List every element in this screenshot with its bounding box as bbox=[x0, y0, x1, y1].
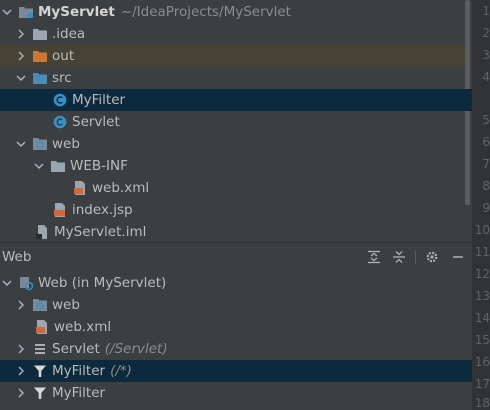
line-number: 17 bbox=[474, 377, 490, 391]
module-file-icon bbox=[34, 224, 50, 240]
folder-icon bbox=[50, 158, 66, 174]
excluded-folder-icon bbox=[32, 48, 48, 64]
chevron-right-icon[interactable] bbox=[14, 45, 28, 67]
filter-mapping-hint: (/*) bbox=[110, 363, 132, 379]
line-number: 9 bbox=[482, 201, 490, 215]
gear-icon[interactable] bbox=[422, 244, 442, 270]
tree-item-label: web bbox=[52, 297, 80, 313]
tree-item-src[interactable]: src bbox=[0, 67, 465, 89]
tree-item-label: MyServlet.iml bbox=[54, 224, 147, 240]
line-number: 12 bbox=[474, 267, 490, 281]
tree-item-out[interactable]: out bbox=[0, 45, 465, 67]
tree-item-label: WEB-INF bbox=[70, 158, 128, 174]
tree-item-web-inf[interactable]: WEB-INF bbox=[0, 155, 465, 177]
line-number: 1 bbox=[482, 4, 490, 18]
line-number: 18 bbox=[474, 396, 490, 410]
tree-item-label: Servlet bbox=[72, 114, 120, 130]
java-class-icon bbox=[52, 114, 68, 130]
editor-gutter: 1 2 3 4 5 6 7 8 9 10 11 12 13 14 15 16 1… bbox=[472, 0, 490, 410]
tree-item-label: Servlet bbox=[52, 341, 100, 357]
xml-file-icon bbox=[34, 319, 50, 335]
web-tree-item-servlet[interactable]: Servlet (/Servlet) bbox=[0, 338, 472, 360]
line-number: 8 bbox=[482, 179, 490, 193]
chevron-down-icon[interactable] bbox=[0, 1, 14, 23]
project-name: MyServlet bbox=[38, 4, 115, 20]
chevron-right-icon[interactable] bbox=[14, 23, 28, 45]
xml-file-icon bbox=[72, 180, 88, 196]
tree-item-label: web.xml bbox=[54, 319, 112, 335]
line-number: 3 bbox=[482, 48, 490, 62]
line-number: 10 bbox=[474, 223, 490, 237]
chevron-right-icon[interactable] bbox=[14, 382, 28, 404]
line-number: 6 bbox=[482, 135, 490, 149]
tree-item-label: out bbox=[52, 48, 75, 64]
filter-icon bbox=[32, 385, 48, 401]
tree-item-label: src bbox=[52, 70, 72, 86]
module-folder-icon bbox=[18, 4, 34, 20]
chevron-right-icon[interactable] bbox=[14, 360, 28, 382]
chevron-down-icon[interactable] bbox=[14, 67, 28, 89]
line-number: 16 bbox=[474, 355, 490, 369]
web-folder-icon bbox=[32, 297, 48, 313]
tree-item-label: Web (in MyServlet) bbox=[38, 275, 167, 291]
line-number: 11 bbox=[474, 245, 490, 259]
toolbar-separator bbox=[415, 251, 416, 264]
tree-root-myservlet[interactable]: MyServlet ~/IdeaProjects/MyServlet bbox=[0, 1, 465, 23]
collapse-all-icon[interactable] bbox=[389, 244, 409, 270]
tree-item-web-xml[interactable]: web.xml bbox=[0, 177, 465, 199]
tree-item-label: MyFilter bbox=[52, 385, 106, 401]
tree-item-myfilter-class[interactable]: MyFilter bbox=[0, 89, 472, 111]
tree-item-myservlet-iml[interactable]: MyServlet.iml bbox=[0, 221, 465, 243]
web-tree-item-web-xml[interactable]: web.xml bbox=[0, 316, 472, 338]
line-number: 2 bbox=[482, 26, 490, 40]
line-number: 7 bbox=[482, 157, 490, 171]
chevron-right-icon[interactable] bbox=[14, 338, 28, 360]
web-tree-item-myfilter-mapped[interactable]: MyFilter (/*) bbox=[0, 360, 472, 382]
tree-item-web[interactable]: web bbox=[0, 133, 465, 155]
web-tree-root[interactable]: Web (in MyServlet) bbox=[0, 272, 472, 294]
line-number: 15 bbox=[474, 333, 490, 347]
jsp-file-icon bbox=[52, 202, 68, 218]
web-panel-title: Web bbox=[2, 249, 32, 265]
servlet-mapping-hint: (/Servlet) bbox=[104, 341, 168, 357]
tree-item-index-jsp[interactable]: index.jsp bbox=[0, 199, 465, 221]
web-tree-item-myfilter[interactable]: MyFilter bbox=[0, 382, 472, 404]
project-path: ~/IdeaProjects/MyServlet bbox=[120, 4, 291, 20]
folder-icon bbox=[32, 26, 48, 42]
source-folder-icon bbox=[32, 70, 48, 86]
panel-divider[interactable] bbox=[0, 242, 472, 243]
expand-all-icon[interactable] bbox=[364, 244, 384, 270]
line-number: 5 bbox=[482, 113, 490, 127]
java-class-icon bbox=[52, 92, 68, 108]
tree-item-idea[interactable]: .idea bbox=[0, 23, 465, 45]
line-number: 4 bbox=[482, 70, 490, 84]
chevron-right-icon[interactable] bbox=[14, 294, 28, 316]
tree-item-label: MyFilter bbox=[52, 363, 106, 379]
servlet-icon bbox=[32, 341, 48, 357]
tree-item-label: index.jsp bbox=[72, 202, 133, 218]
line-number: 14 bbox=[474, 311, 490, 325]
chevron-down-icon[interactable] bbox=[0, 272, 14, 294]
web-panel-header: Web bbox=[0, 244, 472, 270]
minimize-icon[interactable] bbox=[448, 244, 468, 270]
web-tree-item-web[interactable]: web bbox=[0, 294, 472, 316]
tree-item-label: .idea bbox=[52, 26, 86, 42]
tree-item-label: web.xml bbox=[92, 180, 150, 196]
tree-item-servlet-class[interactable]: Servlet bbox=[0, 111, 465, 133]
tree-item-label: web bbox=[52, 136, 80, 152]
tree-item-label: MyFilter bbox=[72, 92, 126, 108]
line-number: 13 bbox=[474, 289, 490, 303]
filter-icon bbox=[32, 363, 48, 379]
web-folder-icon bbox=[32, 136, 48, 152]
chevron-down-icon[interactable] bbox=[32, 155, 46, 177]
web-facet-icon bbox=[18, 275, 34, 291]
chevron-down-icon[interactable] bbox=[14, 133, 28, 155]
